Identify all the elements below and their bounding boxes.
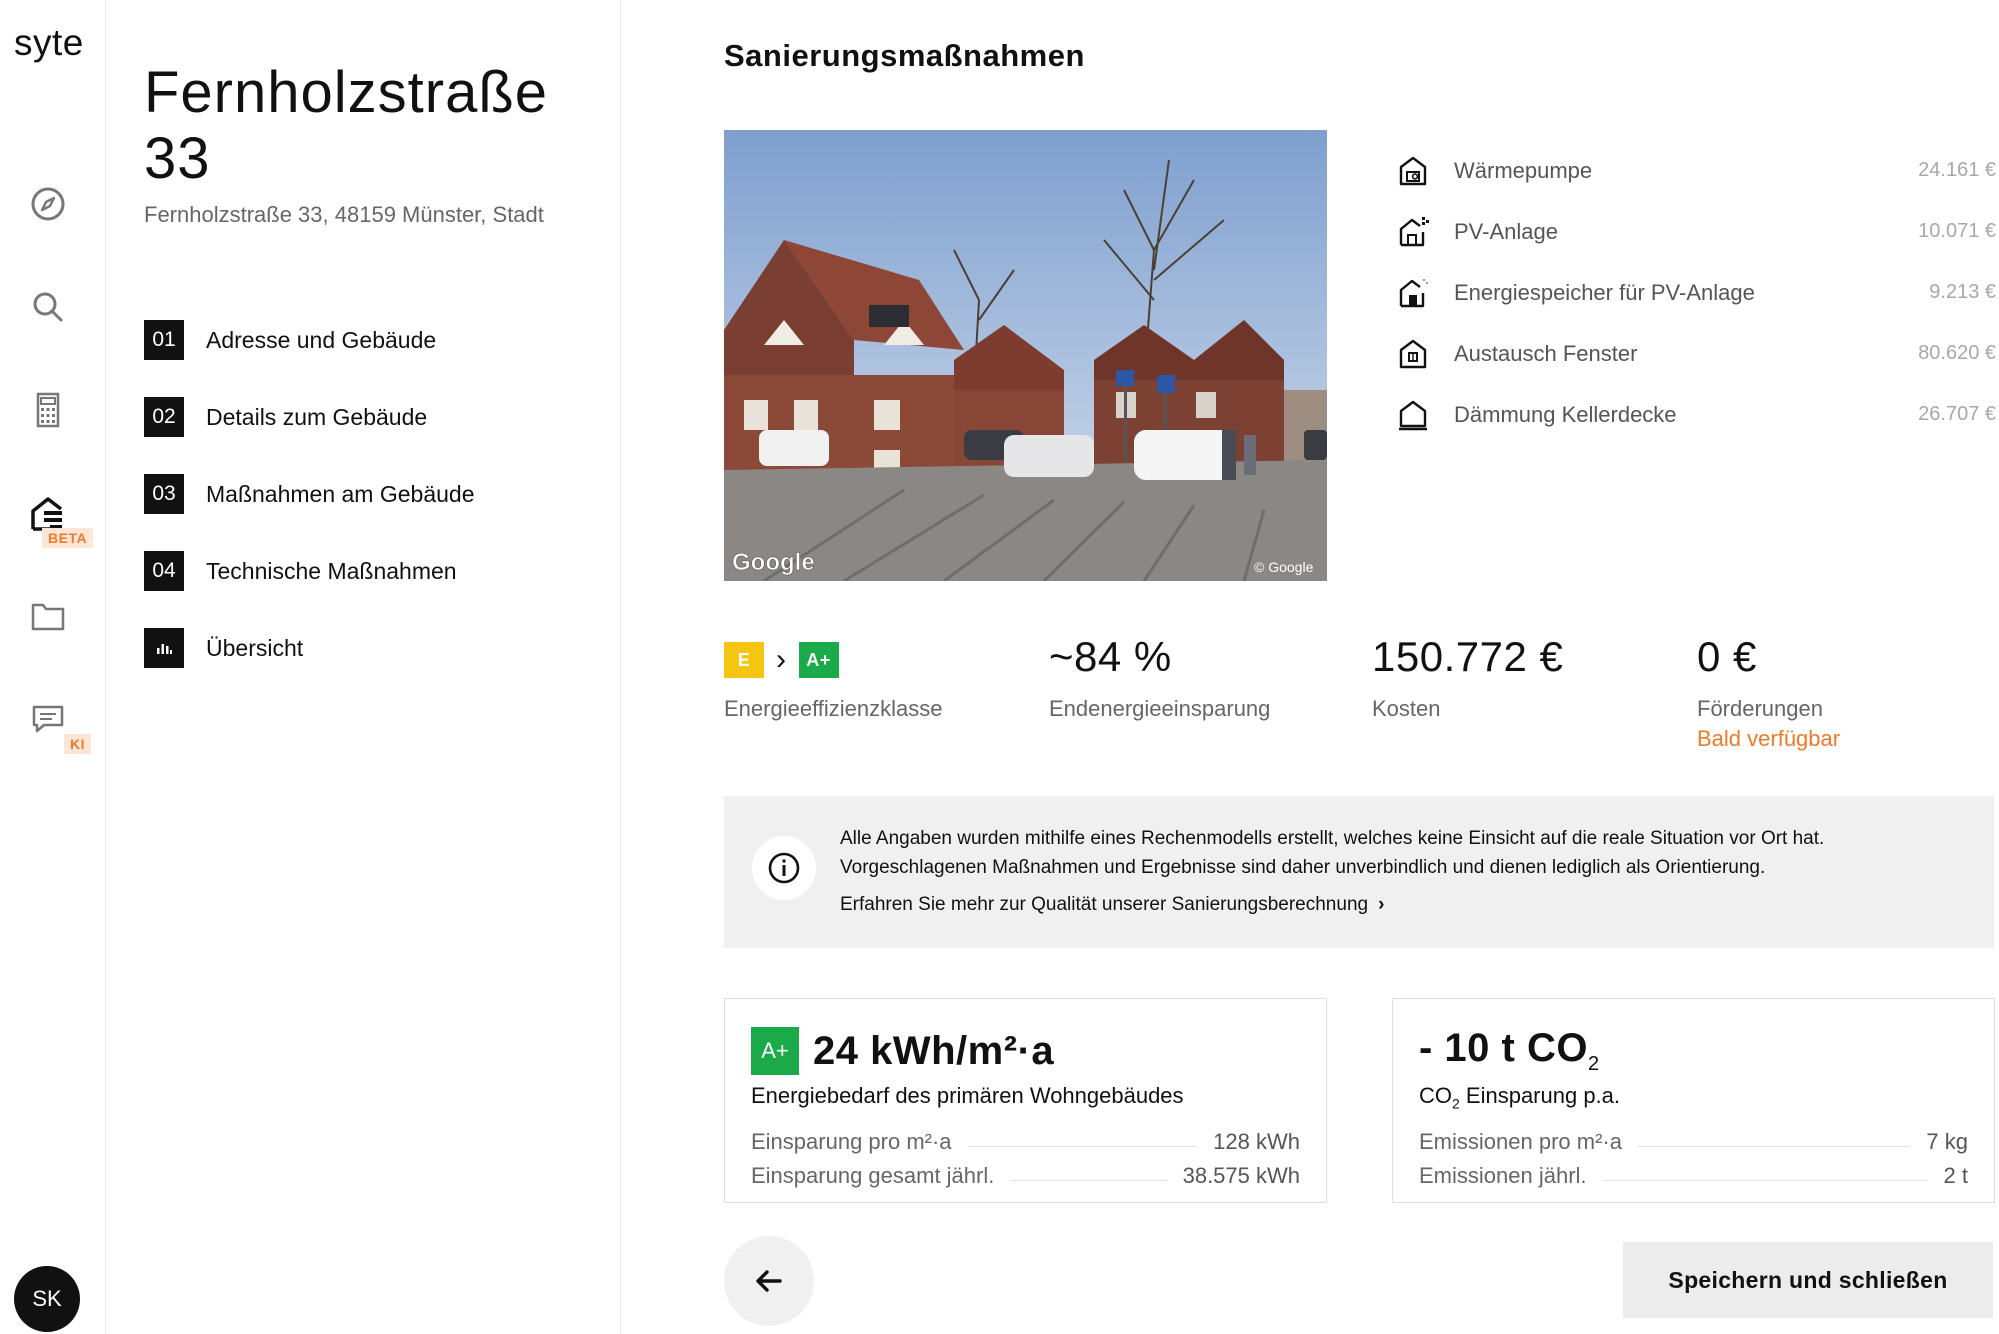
save-and-close-button[interactable]: Speichern und schließen [1623,1242,1993,1318]
insulation-house-icon [1399,400,1427,430]
row-value: 38.575 kWh [1182,1163,1300,1188]
measure-name: Austausch Fenster [1454,340,1638,366]
measure-name: Energiespeicher für PV-Anlage [1454,279,1755,305]
co2-savings-card: - 10 t CO2 CO2 Einsparung p.a. Emissione… [1392,998,1995,1203]
chevron-right-icon: › [1378,894,1385,915]
kpi-label: Endenergieeinsparung [1049,696,1271,721]
step-number: 04 [144,551,184,591]
page-title: Sanierungsmaßnahmen [724,38,1085,73]
property-address: Fernholzstraße 33, 48159 Münster, Stadt [144,202,544,227]
class-to-badge: A+ [798,641,839,678]
main-content: Sanierungsmaßnahmen Google © Google Wärm… [622,0,1999,1334]
measure-name: PV-Anlage [1454,218,1558,244]
kpi-row: E › A+ Energieeffizienzklasse ~84 % Endene… [724,632,1994,752]
step-technisch[interactable]: 04 Technische Maßnahmen [144,551,457,591]
battery-house-icon [1399,278,1428,307]
measure-heat-pump[interactable]: Wärmepumpe 24.161 € [1396,140,1996,201]
bar-chart-icon [144,628,184,668]
app-logo[interactable]: syte [14,22,84,64]
chevron-right-icon: › [776,642,787,676]
kpi-subsidies: 0 € Förderungen Bald verfügbar [1697,632,1840,752]
energy-row: Einsparung pro m²·a 128 kWh [751,1129,1300,1155]
window-house-icon [1399,339,1427,368]
energy-demand-card: A+ 24 kWh/m²·a Energiebedarf des primäre… [724,998,1327,1203]
disclaimer-box: Alle Angaben wurden mithilfe eines Reche… [724,796,1994,948]
heat-pump-icon [1399,156,1427,185]
measure-pv[interactable]: PV-Anlage 10.071 € [1396,201,1996,262]
step-label: Details zum Gebäude [206,403,428,430]
step-number: 01 [144,320,184,360]
row-value: 2 t [1943,1163,1968,1188]
beta-badge: BETA [42,528,94,548]
kpi-label: Kosten [1372,696,1441,721]
folder-icon[interactable] [24,592,72,640]
link-label: Erfahren Sie mehr zur Qualität unserer S… [840,894,1369,915]
step-number: 03 [144,474,184,514]
street-view-image: Google © Google [724,130,1327,581]
measure-cost: 24.161 € [1918,159,1996,181]
measure-cost: 80.620 € [1918,342,1996,364]
step-uebersicht[interactable]: Übersicht [144,628,303,668]
icon-rail: syte BETA KI SK [0,0,106,1334]
back-button[interactable] [724,1236,814,1326]
step-details[interactable]: 02 Details zum Gebäude [144,397,427,437]
co2-label: CO2 Einsparung p.a. [1419,1083,1621,1112]
step-massnahmen[interactable]: 03 Maßnahmen am Gebäude [144,474,475,514]
energy-class-badge: A+ [751,1027,799,1075]
energy-row: Einsparung gesamt jährl. 38.575 kWh [751,1163,1300,1189]
row-value: 7 kg [1926,1129,1968,1154]
kpi-value: 150.772 € [1372,633,1564,680]
co2-row: Emissionen pro m²·a 7 kg [1419,1129,1968,1155]
step-label: Übersicht [206,634,304,661]
kpi-efficiency-class: E › A+ Energieeffizienzklasse [724,632,943,722]
kpi-label: Energieeffizienzklasse [724,696,943,721]
step-label: Maßnahmen am Gebäude [206,480,475,507]
energy-demand-value: 24 kWh/m²·a [813,1028,1055,1073]
measure-cost: 10.071 € [1918,220,1996,242]
user-avatar[interactable]: SK [14,1266,80,1332]
search-icon[interactable] [24,283,72,331]
kpi-value: 0 € [1697,633,1757,680]
step-label: Adresse und Gebäude [206,326,437,353]
disclaimer-text: Alle Angaben wurden mithilfe eines Reche… [840,828,1825,878]
measure-windows[interactable]: Austausch Fenster 80.620 € [1396,323,1996,384]
measure-battery[interactable]: Energiespeicher für PV-Anlage 9.213 € [1396,262,1996,323]
kpi-value: ~84 % [1049,633,1172,680]
measures-list: Wärmepumpe 24.161 € PV-Anlage 10.071 € E… [1396,140,1996,445]
kpi-energy-savings: ~84 % Endenergieeinsparung [1049,632,1270,722]
step-label: Technische Maßnahmen [206,557,457,584]
measure-insulation[interactable]: Dämmung Kellerdecke 26.707 € [1396,384,1996,445]
ki-badge: KI [64,734,91,754]
info-icon [752,836,816,900]
energy-demand-label: Energiebedarf des primären Wohngebäudes [751,1083,1184,1108]
solar-house-icon [1399,216,1429,246]
kpi-label: Förderungen [1697,696,1823,721]
coming-soon-note: Bald verfügbar [1697,726,1841,751]
row-value: 128 kWh [1213,1129,1300,1154]
measure-name: Dämmung Kellerdecke [1454,401,1677,427]
co2-row: Emissionen jährl. 2 t [1419,1163,1968,1189]
google-watermark: Google [732,549,815,576]
step-adresse[interactable]: 01 Adresse und Gebäude [144,320,436,360]
measure-cost: 9.213 € [1929,281,1996,303]
step-panel: Fernholzstraße 33 Fernholzstraße 33, 481… [106,0,621,1334]
co2-value: - 10 t CO2 [1419,1026,1600,1075]
google-copyright: © Google [1254,559,1314,575]
step-number: 02 [144,397,184,437]
class-from-badge: E [724,641,764,678]
measure-cost: 26.707 € [1918,403,1996,425]
measure-name: Wärmepumpe [1454,157,1593,183]
row-label: Emissionen jährl. [1419,1163,1587,1188]
row-label: Emissionen pro m²·a [1419,1129,1622,1154]
property-title: Fernholzstraße 33 [144,60,549,191]
compass-icon[interactable] [24,180,72,228]
arrow-left-icon [756,1270,782,1292]
quality-info-link[interactable]: Erfahren Sie mehr zur Qualität unserer S… [840,894,1384,916]
calculator-icon[interactable] [24,386,72,434]
row-label: Einsparung pro m²·a [751,1129,952,1154]
row-label: Einsparung gesamt jährl. [751,1163,995,1188]
kpi-costs: 150.772 € Kosten [1372,632,1563,722]
